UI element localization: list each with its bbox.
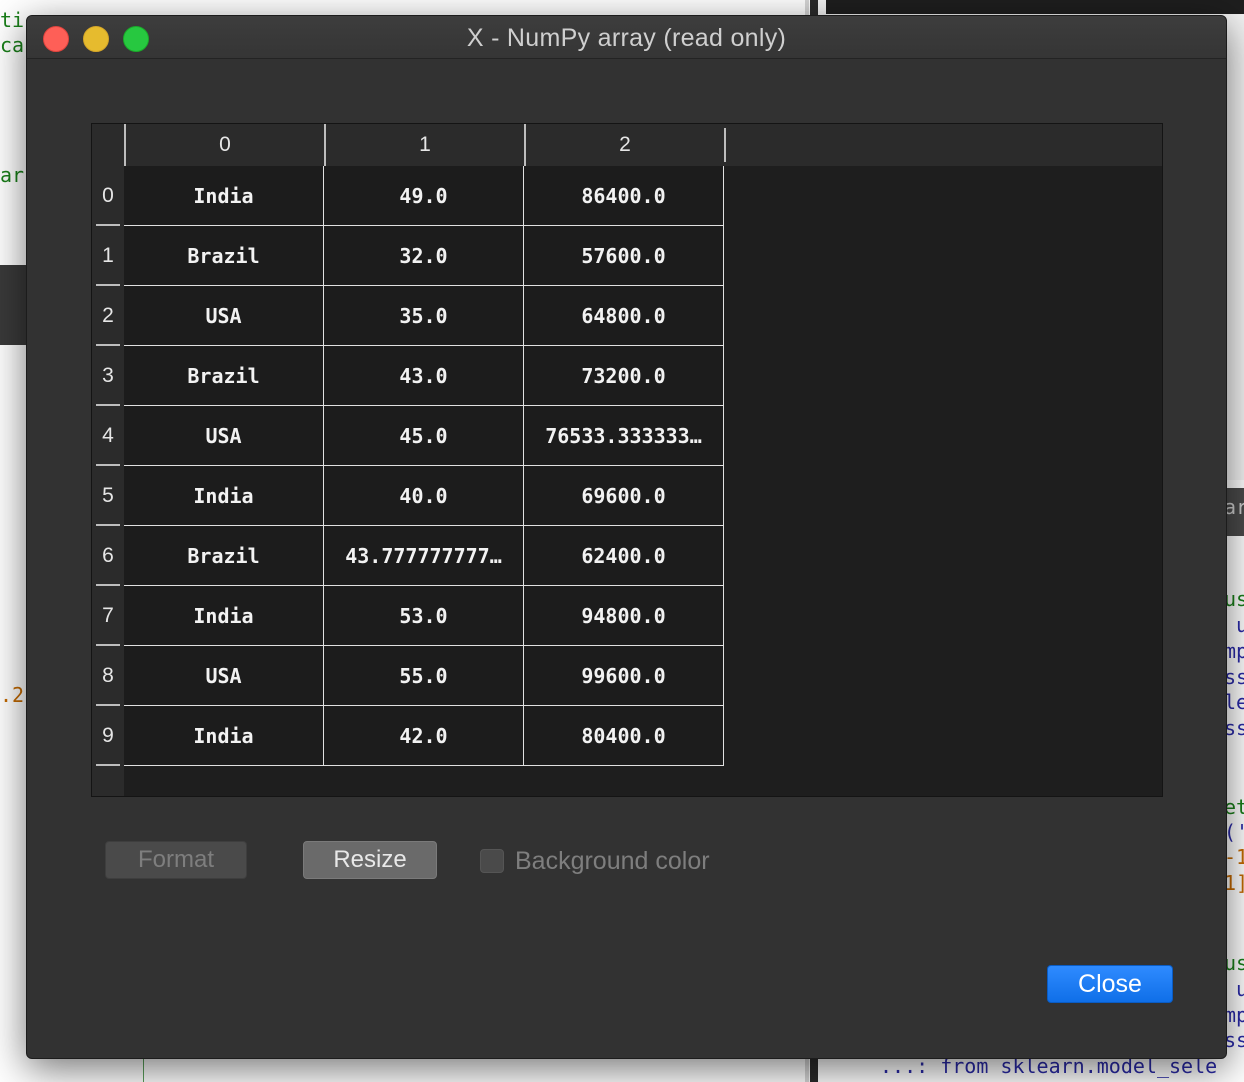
background-editor-top-right: [826, 0, 1244, 14]
background-code-line: 1]: [1224, 871, 1244, 895]
row-header[interactable]: 1: [92, 226, 124, 286]
background-code-line: us: [1224, 587, 1244, 611]
table-corner: [92, 124, 124, 166]
background-code-line: -1: [1224, 845, 1244, 869]
background-code-line: u: [1236, 977, 1244, 1001]
background-code-line: mp: [1224, 1003, 1244, 1027]
background-code-line: ca: [0, 33, 25, 57]
background-code-line: le: [1224, 690, 1244, 714]
background-code-line: u: [1236, 613, 1244, 637]
background-code-line: mp: [1224, 639, 1244, 663]
table-cell[interactable]: 99600.0: [524, 646, 724, 706]
table-cell[interactable]: Brazil: [124, 526, 324, 586]
background-code-line: ti: [0, 8, 25, 32]
table-cell[interactable]: 49.0: [324, 166, 524, 226]
row-header[interactable]: 3: [92, 346, 124, 406]
background-code-line: ar: [0, 163, 25, 187]
table-cell[interactable]: 69600.0: [524, 466, 724, 526]
table-cell[interactable]: India: [124, 586, 324, 646]
table-cell[interactable]: 43.0: [324, 346, 524, 406]
background-code-line: et: [1224, 795, 1244, 819]
table-cell[interactable]: 62400.0: [524, 526, 724, 586]
table-body: India 49.0 86400.0 Brazil 32.0 57600.0 USA 35.0…: [124, 166, 724, 766]
table-cell[interactable]: Brazil: [124, 226, 324, 286]
row-header[interactable]: 0: [92, 166, 124, 226]
table-cell[interactable]: 86400.0: [524, 166, 724, 226]
background-code-line: (': [1224, 820, 1244, 844]
background-indent-guide: [143, 1055, 144, 1082]
table-cell[interactable]: 42.0: [324, 706, 524, 766]
table-cell[interactable]: India: [124, 706, 324, 766]
table-cell[interactable]: India: [124, 466, 324, 526]
table-cell[interactable]: 76533.333333…: [524, 406, 724, 466]
background-code-line: ss: [1224, 665, 1244, 689]
table-cell[interactable]: USA: [124, 286, 324, 346]
background-code-line: ar: [1224, 495, 1244, 519]
table-cell[interactable]: USA: [124, 406, 324, 466]
table-cell[interactable]: India: [124, 166, 324, 226]
row-header[interactable]: 7: [92, 586, 124, 646]
row-header[interactable]: 4: [92, 406, 124, 466]
table-cell[interactable]: 32.0: [324, 226, 524, 286]
background-color-checkbox[interactable]: [480, 849, 504, 873]
table-cell[interactable]: 35.0: [324, 286, 524, 346]
table-cell[interactable]: 45.0: [324, 406, 524, 466]
column-header[interactable]: 1: [324, 124, 524, 166]
table-cell[interactable]: 73200.0: [524, 346, 724, 406]
table-cell[interactable]: 40.0: [324, 466, 524, 526]
background-code-line: ss: [1224, 716, 1244, 740]
background-color-label: Background color: [515, 847, 710, 875]
row-header[interactable]: 2: [92, 286, 124, 346]
row-header[interactable]: 8: [92, 646, 124, 706]
close-button[interactable]: Close: [1047, 965, 1173, 1003]
background-code-line: ss: [1224, 1028, 1244, 1052]
array-viewer-dialog: X - NumPy array (read only) 012 01234567…: [26, 15, 1227, 1059]
row-header[interactable]: 6: [92, 526, 124, 586]
column-header[interactable]: 0: [124, 124, 324, 166]
table-cell[interactable]: 94800.0: [524, 586, 724, 646]
column-header-divider: [724, 128, 726, 162]
table-cell[interactable]: 80400.0: [524, 706, 724, 766]
table-cell[interactable]: Brazil: [124, 346, 324, 406]
array-table[interactable]: 012 0123456789 India 49.0 86400.0 Brazil 32.…: [91, 123, 1163, 797]
table-cell[interactable]: 53.0: [324, 586, 524, 646]
resize-button[interactable]: Resize: [303, 841, 437, 879]
table-cell[interactable]: USA: [124, 646, 324, 706]
table-cell[interactable]: 43.777777777…: [324, 526, 524, 586]
table-cell[interactable]: 55.0: [324, 646, 524, 706]
format-button[interactable]: Format: [105, 841, 247, 879]
row-header-divider: [96, 764, 120, 766]
column-header[interactable]: 2: [524, 124, 724, 166]
table-cell[interactable]: 57600.0: [524, 226, 724, 286]
row-header[interactable]: 5: [92, 466, 124, 526]
title-bar[interactable]: X - NumPy array (read only): [27, 16, 1226, 59]
window-title: X - NumPy array (read only): [466, 24, 787, 52]
row-header[interactable]: 9: [92, 706, 124, 766]
background-code-line: .2: [0, 683, 25, 707]
table-cell[interactable]: 64800.0: [524, 286, 724, 346]
background-code-line: us: [1224, 951, 1244, 975]
